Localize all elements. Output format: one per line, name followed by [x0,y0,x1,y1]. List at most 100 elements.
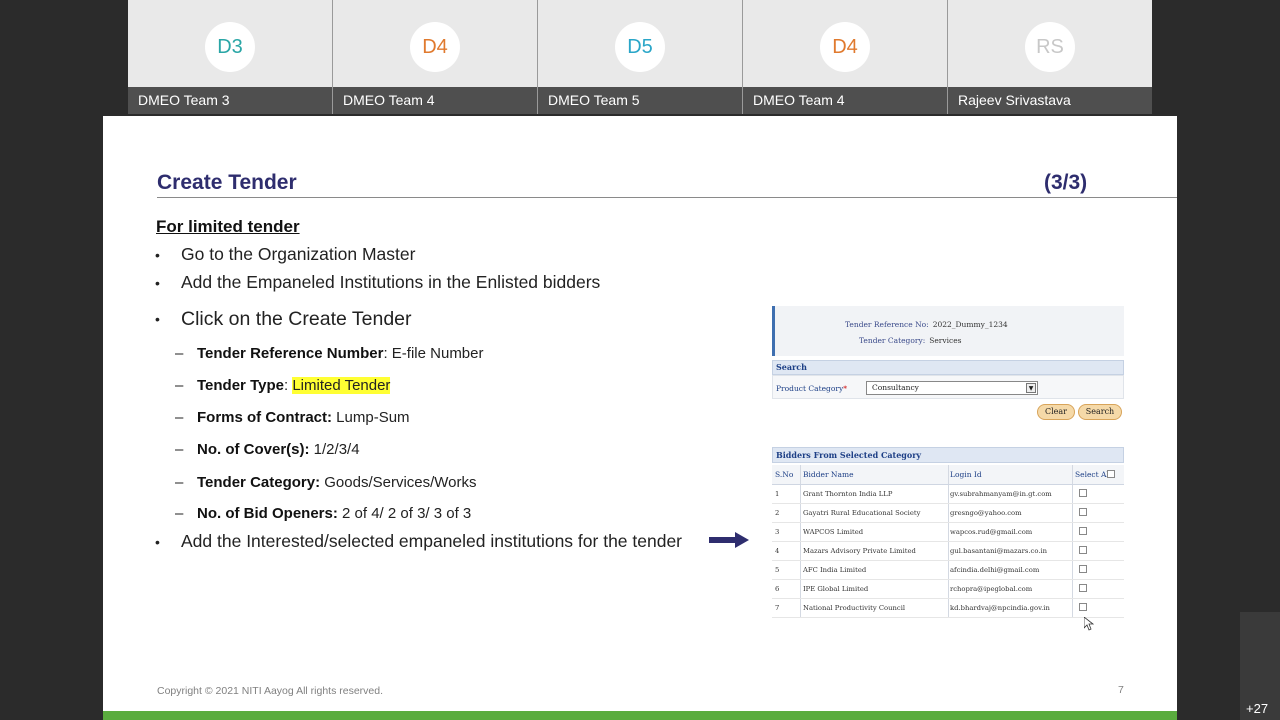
participant-tile[interactable]: D3 DMEO Team 3 [128,0,333,114]
row-checkbox[interactable] [1079,546,1087,554]
row-bidder-name: AFC India Limited [800,561,946,579]
row-checkbox[interactable] [1079,584,1087,592]
tender-info-box: Tender Reference No: 2022_Dummy_1234 Tend… [772,306,1124,356]
participant-name: DMEO Team 5 [538,87,742,114]
sub-item: – Tender Type: Limited Tender [175,377,391,394]
row-checkbox[interactable] [1079,527,1087,535]
row-login-id: gresngo@yahoo.com [948,504,1072,522]
select-all-header: Select All [1072,465,1124,484]
avatar: D3 [205,22,255,72]
row-sno: 5 [775,566,780,574]
bullet-text: Add the Empaneled Institutions in the En… [181,272,601,292]
row-sno: 2 [775,509,780,517]
bullet-dot: • [155,534,160,550]
bullet-item: • Add the Interested/selected empaneled … [155,531,682,553]
avatar: RS [1025,22,1075,72]
table-row: 6 IPE Global Limited rchopra@ipeglobal.c… [772,580,1124,599]
bullet-item: • Go to the Organization Master [155,244,415,266]
embedded-screenshot: Tender Reference No: 2022_Dummy_1234 Tend… [772,303,1124,631]
sub-dash: – [175,345,184,362]
highlighted-value: Limited Tender [292,377,391,394]
bidders-section-title: Bidders From Selected Category [772,447,1124,463]
mouse-cursor-icon [1084,617,1094,631]
sub-dash: – [175,505,184,522]
sub-text: Forms of Contract: Lump-Sum [197,409,410,426]
shared-slide: Create Tender (3/3) For limited tender •… [103,116,1177,720]
sub-item: – Tender Reference Number: E-file Number [175,345,484,362]
participant-name: DMEO Team 3 [128,87,332,114]
sub-text: Tender Reference Number: E-file Number [197,345,484,362]
participant-name: DMEO Team 4 [333,87,537,114]
sub-text: Tender Type: Limited Tender [197,377,391,394]
slide-subheading: For limited tender [156,217,300,236]
row-bidder-name: Grant Thornton India LLP [800,485,946,503]
bullet-text: Click on the Create Tender [181,308,412,330]
bullet-dot: • [155,275,160,291]
more-participants-tile[interactable]: +27 [1240,612,1280,720]
row-login-id: kd.bhardvaj@npcindia.gov.in [948,599,1072,617]
table-row: 7 National Productivity Council kd.bhard… [772,599,1124,618]
participant-tile[interactable]: D5 DMEO Team 5 [538,0,743,114]
select-all-checkbox[interactable] [1107,470,1115,478]
sub-item: – No. of Bid Openers: 2 of 4/ 2 of 3/ 3 … [175,505,471,522]
sub-text: No. of Bid Openers: 2 of 4/ 2 of 3/ 3 of… [197,505,472,522]
row-bidder-name: Mazars Advisory Private Limited [800,542,946,560]
row-sno: 4 [775,547,780,555]
bullet-text: Add the Interested/selected empaneled in… [181,531,683,551]
title-divider [157,197,1177,198]
clear-button[interactable]: Clear [1037,404,1075,420]
column-header: Bidder Name [800,465,946,484]
sub-text: No. of Cover(s): 1/2/3/4 [197,441,360,458]
row-sno: 6 [775,585,780,593]
row-checkbox[interactable] [1079,489,1087,497]
slide-page-indicator: (3/3) [1044,171,1088,194]
row-checkbox[interactable] [1079,508,1087,516]
row-bidder-name: WAPCOS Limited [800,523,946,541]
table-header-row: S.No Bidder Name Login Id Select All [772,465,1124,485]
table-row: 4 Mazars Advisory Private Limited gul.ba… [772,542,1124,561]
slide-page-number: 7 [1118,684,1124,696]
participant-tile[interactable]: RS Rajeev Srivastava [948,0,1152,114]
participant-name: Rajeev Srivastava [948,87,1152,114]
row-login-id: gv.subrahmanyam@in.gt.com [948,485,1072,503]
search-button[interactable]: Search [1078,404,1122,420]
participant-strip: D3 DMEO Team 3 D4 DMEO Team 4 D5 DMEO Te… [128,0,1152,114]
slide-bottom-bar [103,711,1177,720]
sub-item: – Tender Category: Goods/Services/Works [175,474,477,491]
chevron-down-icon: ▼ [1026,383,1036,393]
row-login-id: wapcos.rud@gmail.com [948,523,1072,541]
row-sno: 7 [775,604,780,612]
slide-footer: Copyright © 2021 NITI Aayog All rights r… [157,685,384,697]
bullet-item: • Add the Empaneled Institutions in the … [155,272,600,294]
column-header: Login Id [948,465,1072,484]
sub-dash: – [175,474,184,491]
participant-tile[interactable]: D4 DMEO Team 4 [743,0,948,114]
bullet-dot: • [155,311,160,327]
row-login-id: gul.basantani@mazars.co.in [948,542,1072,560]
participant-tile[interactable]: D4 DMEO Team 4 [333,0,538,114]
avatar: D4 [820,22,870,72]
row-checkbox[interactable] [1079,565,1087,573]
sub-dash: – [175,409,184,426]
sub-dash: – [175,377,184,394]
sub-text: Tender Category: Goods/Services/Works [197,474,477,491]
search-section-title: Search [772,360,1124,375]
search-row: Product Category* Consultancy ▼ [772,375,1124,399]
bullet-item: • Click on the Create Tender [155,308,412,331]
avatar: D5 [615,22,665,72]
tender-category-row: Tender Category: Services [859,336,962,345]
more-participants-count: +27 [1246,701,1269,716]
row-login-id: afcindia.delhi@gmail.com [948,561,1072,579]
row-bidder-name: National Productivity Council [800,599,946,617]
table-row: 2 Gayatri Rural Educational Society gres… [772,504,1124,523]
row-sno: 1 [775,490,780,498]
table-row: 3 WAPCOS Limited wapcos.rud@gmail.com [772,523,1124,542]
product-category-select[interactable]: Consultancy ▼ [866,381,1038,395]
avatar: D4 [410,22,460,72]
row-checkbox[interactable] [1079,603,1087,611]
column-header: S.No [775,470,794,479]
product-category-label: Product Category* [776,384,847,393]
sub-dash: – [175,441,184,458]
sub-item: – No. of Cover(s): 1/2/3/4 [175,441,360,458]
table-row: 5 AFC India Limited afcindia.delhi@gmail… [772,561,1124,580]
